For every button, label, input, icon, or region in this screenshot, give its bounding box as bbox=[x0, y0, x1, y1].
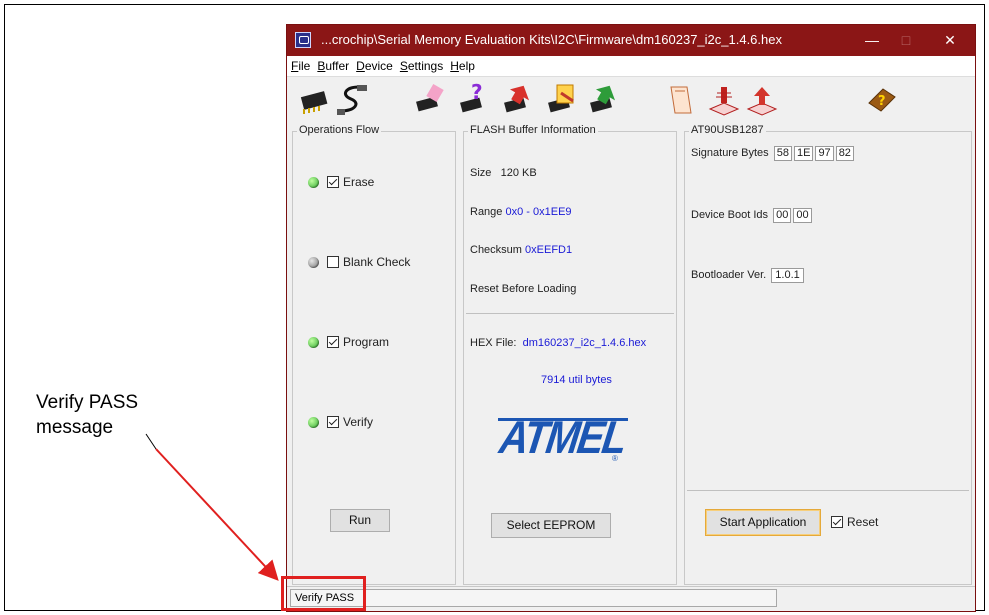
annotation-arrow bbox=[145, 433, 279, 581]
annotation-label: Verify PASS message bbox=[36, 390, 138, 440]
annotation-line-1: Verify PASS bbox=[36, 392, 139, 413]
annotation-line-2: message bbox=[36, 417, 114, 438]
